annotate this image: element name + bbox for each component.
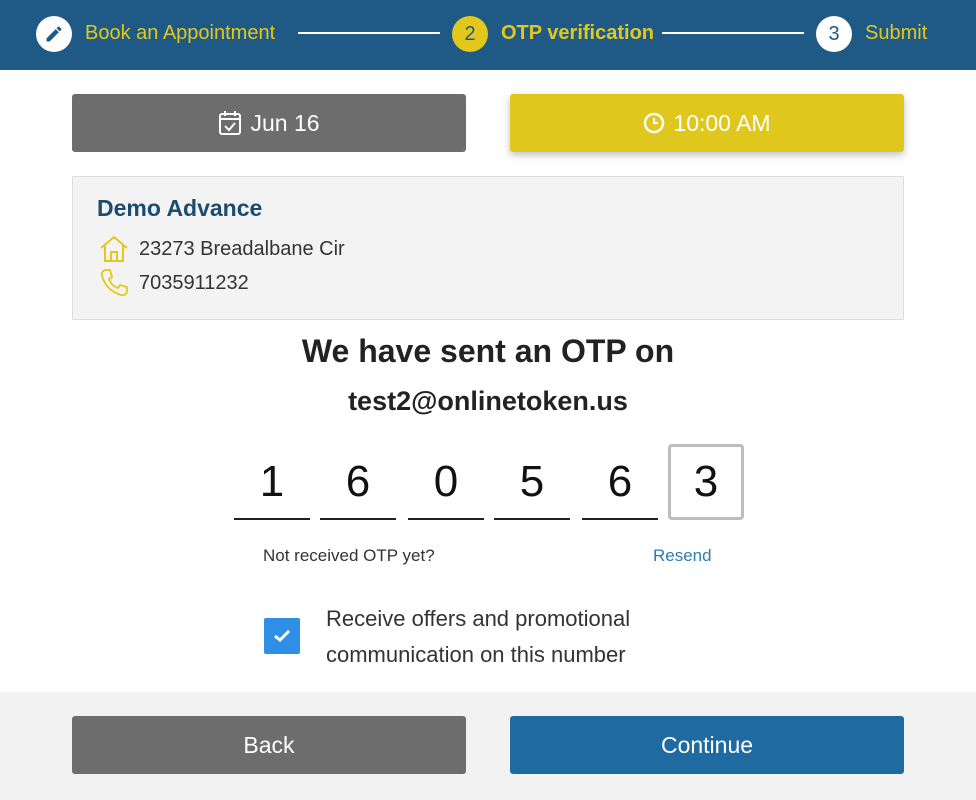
otp-digit-input[interactable]: 6 [320,446,396,520]
business-name: Demo Advance [97,195,263,221]
otp-heading: We have sent an OTP on [301,333,675,369]
consent-checkbox[interactable] [264,618,300,654]
step-1-label[interactable]: Book an Appointment [85,20,275,46]
business-address-row: 23273 Breadalbane Cir [97,232,345,266]
footer-bar: Back Continue [0,692,976,800]
otp-not-received-text: Not received OTP yet? [263,546,435,565]
otp-email: test2@onlinetoken.us [348,386,628,416]
otp-digit-input-active[interactable]: 3 [668,444,744,520]
business-card: Demo Advance 23273 Breadalbane Cir 70359… [72,176,904,320]
step-3-label: Submit [865,22,928,44]
calendar-check-icon [218,110,242,136]
date-selector-button[interactable]: Jun 16 [72,94,466,152]
date-value: Jun 16 [250,109,320,136]
otp-digit-input[interactable]: 6 [582,446,658,520]
checkmark-icon [274,629,291,643]
continue-button[interactable]: Continue [510,716,904,774]
otp-digit-input[interactable]: 1 [234,446,310,520]
business-address: 23273 Breadalbane Cir [139,237,345,260]
time-selector-button[interactable]: 10:00 AM [510,94,904,152]
resend-link[interactable]: Resend [653,546,712,566]
business-phone: 7035911232 [139,271,249,294]
step-connector [298,32,440,34]
consent-label: Receive offers and promotional communica… [326,606,631,667]
clock-icon [643,112,665,134]
business-phone-row: 7035911232 [97,266,249,300]
step-3-circle: 3 [816,16,852,52]
otp-digit-input[interactable]: 5 [494,446,570,520]
home-icon [97,232,131,266]
phone-icon [97,266,131,300]
back-button[interactable]: Back [72,716,466,774]
pencil-icon [46,26,62,42]
time-value: 10:00 AM [673,109,771,136]
otp-digit-input[interactable]: 0 [408,446,484,520]
step-1-circle [36,16,72,52]
step-2-circle: 2 [452,16,488,52]
step-2-label: OTP verification [501,22,655,44]
step-connector [662,32,804,34]
stepper-header: Book an Appointment 2 OTP verification 3… [0,0,976,70]
